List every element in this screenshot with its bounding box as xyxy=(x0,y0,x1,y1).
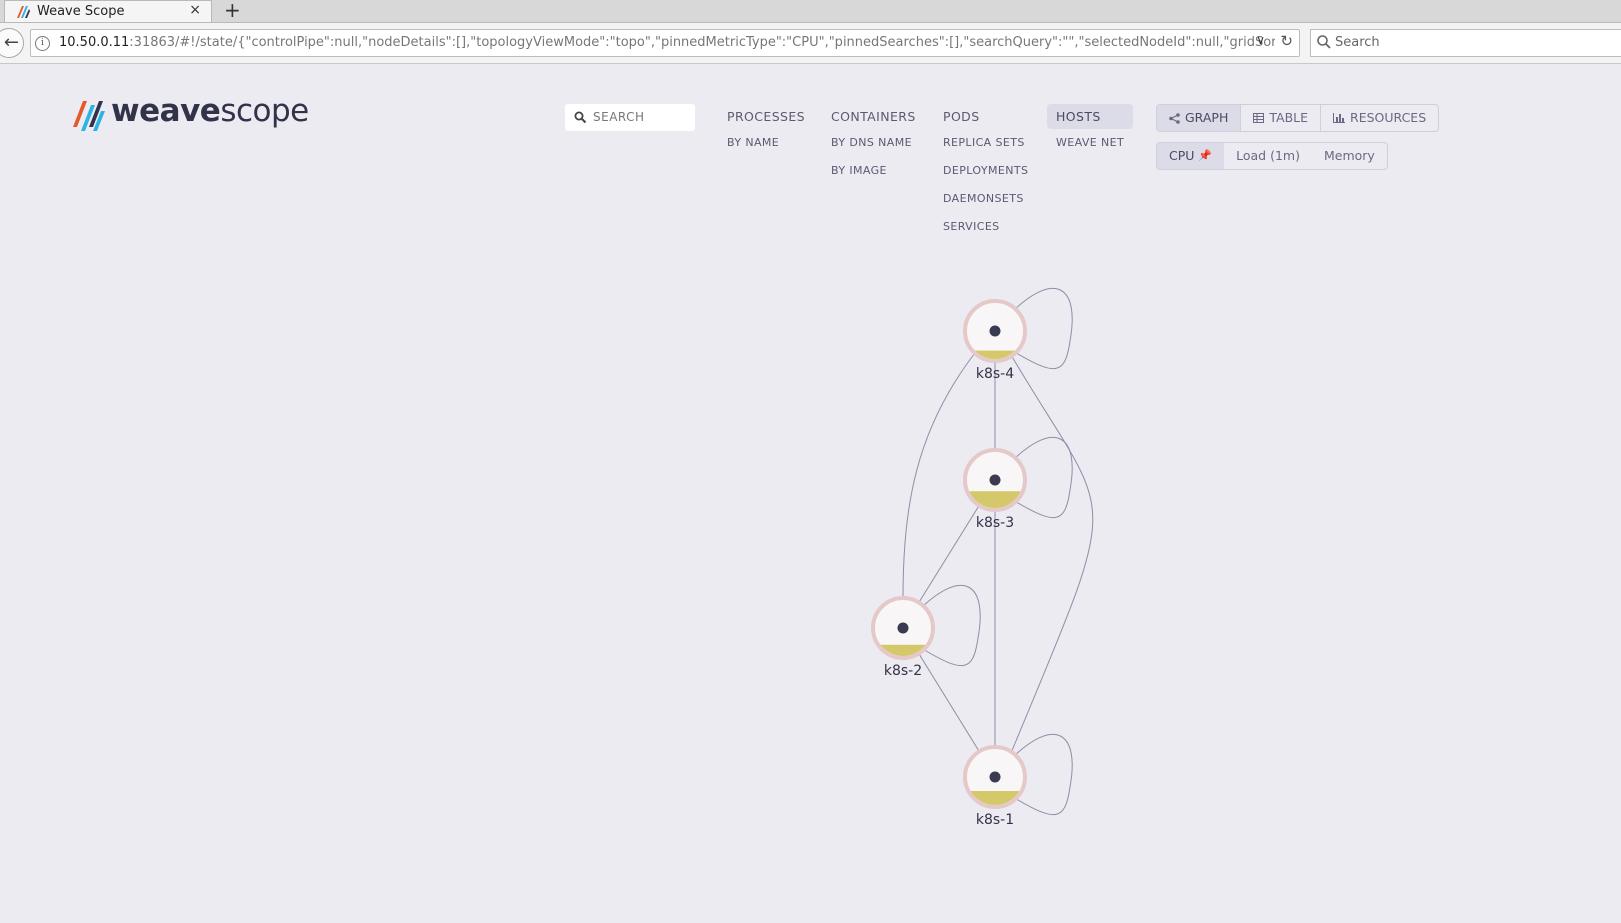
host-node[interactable]: k8s-2 xyxy=(871,596,935,679)
node-center-dot xyxy=(989,325,1001,337)
cpu-usage-fill xyxy=(967,491,1023,508)
graph-nodes: k8s-4 k8s-3 k8s-2 k8s-1 xyxy=(871,299,1027,828)
host-node[interactable]: k8s-3 xyxy=(963,448,1027,531)
node-label[interactable]: k8s-1 xyxy=(976,812,1014,828)
host-node[interactable]: k8s-4 xyxy=(963,299,1027,382)
node-label[interactable]: k8s-4 xyxy=(976,366,1014,382)
node-center-dot xyxy=(897,622,909,634)
node-center-dot xyxy=(989,474,1001,486)
node-center-dot xyxy=(989,771,1001,783)
topology-graph: k8s-4 k8s-3 k8s-2 k8s-1 xyxy=(871,288,1094,828)
node-label[interactable]: k8s-2 xyxy=(884,663,922,679)
node-label[interactable]: k8s-3 xyxy=(976,515,1014,531)
graph-edge xyxy=(1010,354,1094,754)
host-node[interactable]: k8s-1 xyxy=(963,745,1027,828)
